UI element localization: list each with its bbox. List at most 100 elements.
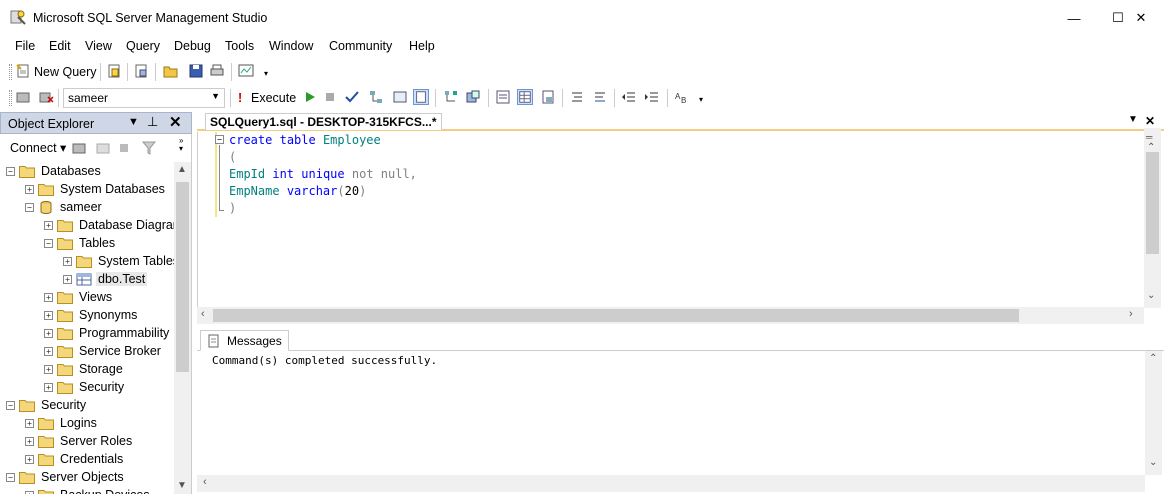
menu-window[interactable]: Window: [269, 39, 313, 53]
expand-icon[interactable]: +: [44, 364, 53, 374]
tree-item[interactable]: + Backup Devices: [25, 486, 152, 494]
tree-item[interactable]: − Databases: [6, 162, 103, 180]
scrollbar-thumb[interactable]: [176, 182, 189, 372]
tab-dropdown-icon[interactable]: ▼: [1128, 114, 1138, 125]
tree-item[interactable]: + Credentials: [25, 450, 125, 468]
scrollbar-thumb[interactable]: [1146, 152, 1159, 254]
menu-tools[interactable]: Tools: [225, 39, 254, 53]
menu-debug[interactable]: Debug: [174, 39, 211, 53]
results-to-file-icon[interactable]: [540, 89, 556, 105]
expand-icon[interactable]: +: [25, 418, 34, 428]
query-options-icon[interactable]: [392, 89, 408, 105]
minimize-button[interactable]: —: [1051, 0, 1097, 36]
collapse-icon[interactable]: −: [44, 238, 53, 248]
new-query-button[interactable]: New Query: [34, 65, 97, 79]
connect-object-explorer-icon[interactable]: [71, 140, 87, 156]
collapse-icon[interactable]: −: [6, 400, 15, 410]
menu-query[interactable]: Query: [126, 39, 160, 53]
close-button[interactable]: ✕: [1118, 0, 1164, 36]
results-to-text-icon[interactable]: [495, 89, 511, 105]
increase-indent-icon[interactable]: [644, 89, 660, 105]
execute-icon[interactable]: !: [238, 91, 242, 105]
comment-lines-icon[interactable]: [569, 89, 585, 105]
expand-icon[interactable]: +: [25, 184, 34, 194]
open-file-icon[interactable]: [163, 63, 179, 79]
close-tab-icon[interactable]: ✕: [1145, 114, 1155, 128]
include-actual-plan-icon[interactable]: [443, 89, 459, 105]
tree-item[interactable]: + Security: [44, 378, 126, 396]
menu-view[interactable]: View: [85, 39, 112, 53]
save-icon[interactable]: [188, 63, 204, 79]
menu-file[interactable]: File: [15, 39, 35, 53]
expand-icon[interactable]: +: [44, 382, 53, 392]
include-client-statistics-icon[interactable]: [465, 89, 481, 105]
scroll-down-icon[interactable]: ⌄: [1147, 290, 1155, 301]
debug-play-icon[interactable]: [302, 89, 318, 105]
menu-community[interactable]: Community: [329, 39, 392, 53]
scroll-down-icon[interactable]: ⌄: [1149, 457, 1157, 468]
execute-button[interactable]: Execute: [251, 91, 296, 105]
toolbar-overflow-icon[interactable]: » ▾: [179, 137, 183, 153]
expand-icon[interactable]: +: [44, 292, 53, 302]
available-databases-select[interactable]: sameer ▼: [63, 88, 225, 108]
toolbar-overflow-icon[interactable]: ▾: [697, 93, 705, 107]
scroll-right-icon[interactable]: ›: [1129, 308, 1133, 320]
object-explorer-scrollbar[interactable]: ▲ ▼: [174, 162, 191, 494]
expand-icon[interactable]: +: [44, 310, 53, 320]
scroll-left-icon[interactable]: ‹: [203, 476, 207, 488]
editor-horizontal-scrollbar[interactable]: ‹ ›: [197, 307, 1144, 324]
results-vertical-scrollbar[interactable]: ⌃ ⌄: [1145, 351, 1162, 475]
disconnect-icon[interactable]: [95, 140, 111, 156]
cancel-query-icon[interactable]: [322, 89, 338, 105]
stop-icon[interactable]: [119, 143, 129, 153]
tree-item[interactable]: + Views: [44, 288, 114, 306]
tree-item[interactable]: + Storage: [44, 360, 125, 378]
scroll-up-icon[interactable]: ⌃: [1149, 353, 1157, 364]
expand-icon[interactable]: +: [44, 346, 53, 356]
parse-checkmark-icon[interactable]: [344, 89, 360, 105]
expand-icon[interactable]: +: [25, 454, 34, 464]
decrease-indent-icon[interactable]: [621, 89, 637, 105]
expand-icon[interactable]: +: [44, 220, 53, 230]
menu-help[interactable]: Help: [409, 39, 435, 53]
toolbar-overflow-icon[interactable]: ▾: [262, 67, 270, 81]
collapse-icon[interactable]: −: [25, 202, 34, 212]
sql-editor[interactable]: − create table Employee ( EmpId int uniq…: [197, 132, 1164, 307]
expand-icon[interactable]: +: [25, 436, 34, 446]
toolbar-grip[interactable]: [9, 64, 12, 80]
tree-item[interactable]: − Security: [6, 396, 88, 414]
split-window-icon[interactable]: ═: [1146, 132, 1152, 142]
print-icon[interactable]: [209, 63, 225, 79]
toolbar-grip[interactable]: [9, 90, 12, 106]
expand-icon[interactable]: +: [63, 256, 72, 266]
filter-icon[interactable]: [141, 140, 157, 156]
tree-item[interactable]: + System Databases: [25, 180, 167, 198]
tree-item[interactable]: − Server Objects: [6, 468, 126, 486]
uncomment-lines-icon[interactable]: [592, 89, 608, 105]
tree-item[interactable]: + Server Roles: [25, 432, 134, 450]
scroll-left-icon[interactable]: ‹: [201, 308, 205, 320]
tab-sqlquery1[interactable]: SQLQuery1.sql - DESKTOP-315KFCS...*: [205, 113, 442, 130]
window-position-dropdown-icon[interactable]: ▼: [128, 116, 139, 128]
activity-monitor-icon[interactable]: [238, 63, 254, 79]
tree-item[interactable]: + Programmability: [44, 324, 171, 342]
tab-messages[interactable]: Messages: [200, 330, 289, 351]
connect-icon[interactable]: [15, 89, 31, 105]
collapse-icon[interactable]: −: [6, 472, 15, 482]
tree-item[interactable]: + Database Diagrams: [44, 216, 174, 234]
connect-button[interactable]: Connect ▾: [10, 140, 66, 155]
close-panel-icon[interactable]: ✕: [169, 113, 182, 131]
collapse-region-icon[interactable]: −: [215, 135, 224, 144]
specify-template-values-icon[interactable]: AB: [674, 89, 690, 105]
tree-item[interactable]: + Logins: [25, 414, 99, 432]
auto-hide-pin-icon[interactable]: ⊥: [147, 114, 158, 130]
tree-item[interactable]: − sameer: [25, 198, 104, 216]
tree-item[interactable]: + Service Broker: [44, 342, 163, 360]
display-estimated-plan-icon[interactable]: [368, 89, 384, 105]
scroll-up-icon[interactable]: ▲: [177, 164, 187, 175]
new-query-icon[interactable]: [15, 63, 31, 79]
expand-icon[interactable]: +: [63, 274, 72, 284]
tree-item[interactable]: + dbo.Test: [63, 270, 148, 288]
results-horizontal-scrollbar[interactable]: ‹: [197, 475, 1145, 492]
menu-edit[interactable]: Edit: [49, 39, 71, 53]
